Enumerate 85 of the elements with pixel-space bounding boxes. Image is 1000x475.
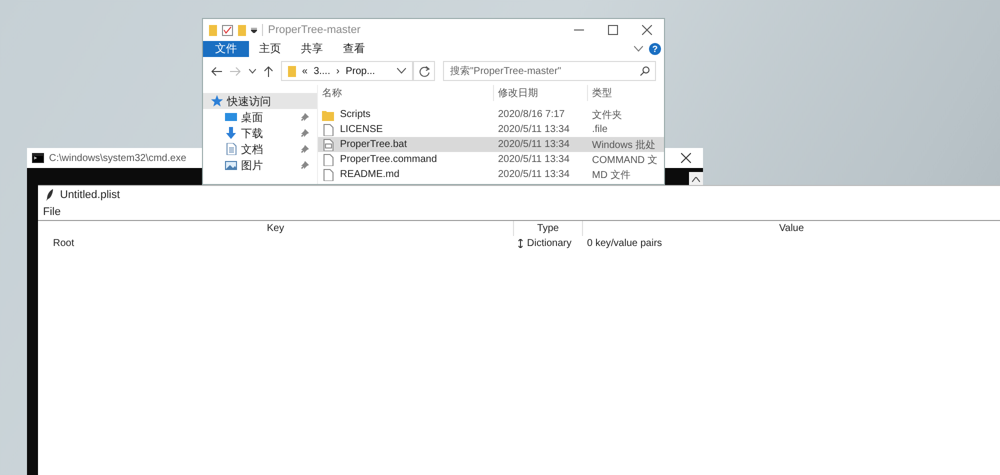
separator-label: « xyxy=(302,66,308,76)
file-icon xyxy=(322,138,334,150)
menu-item[interactable]: File xyxy=(43,206,61,218)
file-type: Windows 批处 xyxy=(591,138,656,152)
column-header[interactable]: 类型 xyxy=(588,85,664,101)
folder-icon xyxy=(238,24,246,36)
pin-icon[interactable] xyxy=(301,129,309,137)
window-title: C:\windows\system32\cmd.exe xyxy=(49,152,186,164)
chevron-down-icon[interactable] xyxy=(397,68,406,74)
item-label: 快速访问 xyxy=(227,94,271,108)
refresh-icon xyxy=(418,66,430,76)
sidebar-item[interactable]: 文档 xyxy=(203,141,317,157)
file-type: 文件夹 xyxy=(591,108,623,122)
file-row[interactable]: README.md 2020/5/11 13:34 MD 文件 xyxy=(318,167,664,182)
down-arrow-icon xyxy=(225,127,237,139)
sidebar-item[interactable]: 快速访问 xyxy=(203,93,317,109)
star-icon xyxy=(211,95,223,107)
dropdown-icon[interactable] xyxy=(251,28,257,32)
modified-date: 2020/5/11 13:34 xyxy=(497,154,571,165)
refresh-button[interactable] xyxy=(413,61,435,81)
help-button[interactable]: ? xyxy=(649,43,661,55)
file-name: ProperTree.bat xyxy=(340,139,407,150)
file-row[interactable]: Scripts 2020/8/16 7:17 文件夹 xyxy=(318,107,664,122)
modified-date: 2020/5/11 13:34 xyxy=(497,139,571,150)
up-down-arrow-icon[interactable] xyxy=(518,239,523,248)
search-field[interactable]: 搜索"ProperTree-master" xyxy=(443,61,656,81)
document-icon xyxy=(225,143,237,155)
column-header[interactable]: Value xyxy=(583,221,1000,236)
modified-date: 2020/8/16 7:17 xyxy=(497,109,566,120)
console-icon xyxy=(32,153,44,163)
close-icon[interactable] xyxy=(642,25,652,35)
window-title: Untitled.plist xyxy=(60,189,120,201)
checklist-icon[interactable] xyxy=(222,24,233,36)
chevron-down-icon[interactable] xyxy=(249,68,256,74)
item-label: 文档 xyxy=(241,142,263,156)
file-name: LICENSE xyxy=(340,124,383,135)
ribbon-tab[interactable]: 共享 xyxy=(291,41,333,57)
column-header[interactable]: 修改日期 xyxy=(494,85,588,101)
folder-icon xyxy=(288,66,296,76)
item-label: 图片 xyxy=(241,158,263,172)
close-icon[interactable] xyxy=(681,153,691,163)
search-icon xyxy=(640,66,650,76)
feather-icon xyxy=(46,189,54,201)
type-cell: Dictionary xyxy=(527,238,572,249)
file-name: README.md xyxy=(340,169,400,180)
key-cell-text: Root xyxy=(52,238,76,249)
modified-date: 2020/5/11 13:34 xyxy=(497,124,571,135)
path-label[interactable]: 3.... xyxy=(314,66,330,76)
ribbon-tab[interactable]: 查看 xyxy=(333,41,375,57)
file-type: MD 文件 xyxy=(591,168,632,182)
monitor-icon xyxy=(225,111,237,123)
path-label[interactable]: Prop... xyxy=(346,66,376,76)
column-header[interactable]: 名称 xyxy=(318,85,494,101)
chevron-down-icon[interactable] xyxy=(634,46,643,52)
pin-icon[interactable] xyxy=(301,161,309,169)
file-row[interactable]: LICENSE 2020/5/11 13:34 .file xyxy=(318,122,664,137)
ribbon-tab[interactable]: 主页 xyxy=(249,41,291,57)
scroll-up-icon[interactable] xyxy=(689,172,703,186)
file-type: COMMAND 文 xyxy=(591,154,659,166)
value-cell-text: 0 key/value pairs xyxy=(586,238,664,249)
modified-date: 2020/5/11 13:34 xyxy=(497,169,571,180)
file-row[interactable]: ProperTree.bat 2020/5/11 13:34 Windows 批处 xyxy=(318,137,664,152)
item-label: 下载 xyxy=(241,126,263,140)
sidebar-item[interactable]: 下载 xyxy=(203,125,317,141)
window-title: ProperTree-master xyxy=(262,24,361,36)
sidebar-item[interactable]: 桌面 xyxy=(203,109,317,125)
pin-icon[interactable] xyxy=(301,145,309,153)
folder-icon xyxy=(322,108,334,120)
pin-icon[interactable] xyxy=(301,113,309,121)
file-name: ProperTree.command xyxy=(340,154,437,165)
folder-icon xyxy=(209,24,217,36)
column-header[interactable]: Type xyxy=(514,221,583,236)
picture-icon xyxy=(225,159,237,171)
sidebar-item[interactable]: 图片 xyxy=(203,157,317,173)
item-label: 桌面 xyxy=(241,110,263,124)
file-row[interactable]: ProperTree.command 2020/5/11 13:34 COMMAND 文 xyxy=(318,152,664,167)
file-name: Scripts xyxy=(340,109,371,120)
column-header[interactable]: Key xyxy=(38,221,514,236)
maximize-icon[interactable] xyxy=(608,25,618,35)
separator-label: › xyxy=(336,66,340,76)
file-type: .file xyxy=(591,124,609,135)
back-arrow-icon[interactable] xyxy=(211,66,222,76)
address-bar[interactable]: « 3.... › Prop... xyxy=(281,61,413,81)
up-arrow-icon[interactable] xyxy=(264,66,273,76)
ribbon-tab[interactable]: 文件 xyxy=(203,41,249,57)
